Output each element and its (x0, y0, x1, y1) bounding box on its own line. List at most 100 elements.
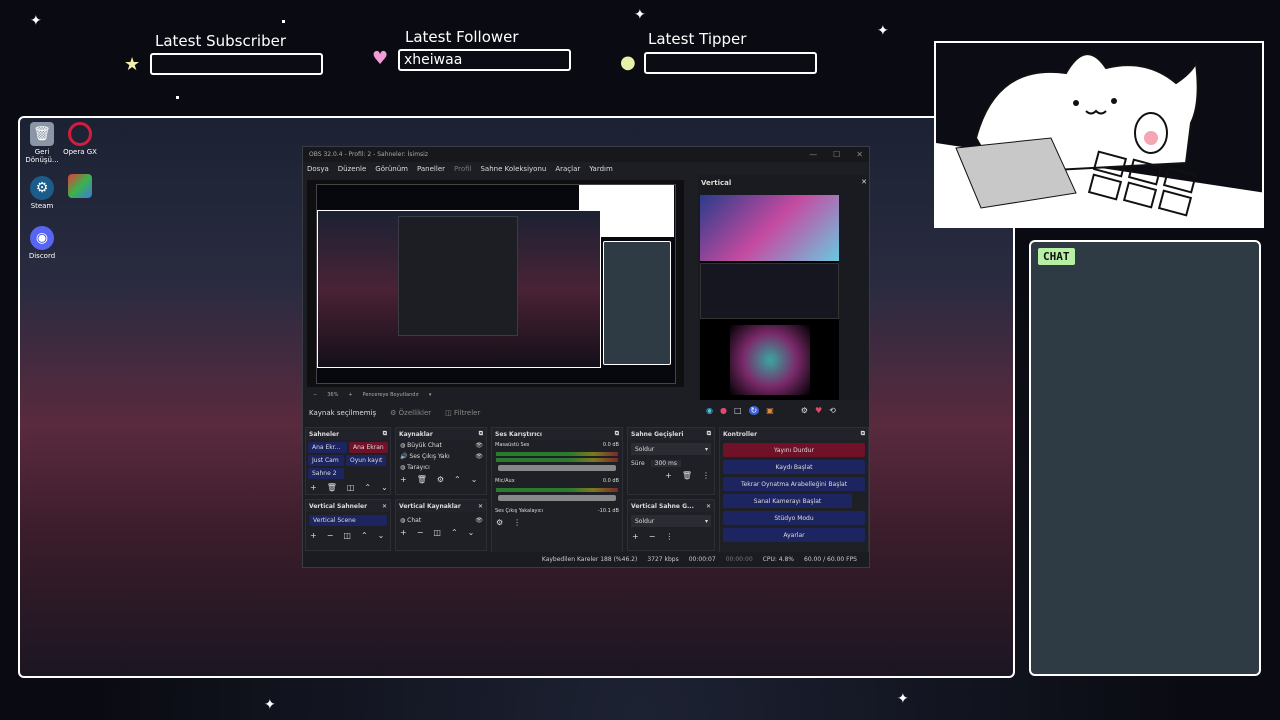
source-item[interactable]: 🔊 Ses Çıkış Yakı 👁 (396, 451, 486, 462)
zoom-in-icon[interactable]: + (348, 392, 352, 398)
vertical-art-bottom (730, 325, 810, 395)
maximize-icon[interactable]: ☐ (833, 150, 840, 159)
more-icon[interactable]: ⋮ (513, 518, 521, 527)
filter-icon[interactable]: ◫ (433, 528, 441, 537)
transition-select[interactable]: Soldur ▾ (631, 443, 711, 455)
close-icon[interactable]: ✕ (478, 503, 483, 510)
fit-to-window[interactable]: Pencereye Boyutlandır (363, 392, 419, 398)
close-icon[interactable]: ✕ (861, 178, 867, 186)
remove-icon[interactable]: − (417, 528, 424, 537)
undock-icon[interactable]: ⧉ (861, 430, 865, 438)
add-icon[interactable]: + (632, 532, 639, 541)
trash-icon[interactable]: 🗑 (417, 475, 427, 484)
desktop-icon-discord[interactable]: ◉ Discord (22, 226, 62, 260)
desktop-icon-steam[interactable]: ⚙ Steam (22, 176, 62, 210)
menu-view[interactable]: Görünüm (375, 165, 408, 173)
menu-profile[interactable]: Profil (454, 165, 471, 173)
settings-button[interactable]: Ayarlar (723, 528, 865, 542)
source-item[interactable]: ◍ Büyük Chat 👁 (396, 440, 486, 451)
down-icon[interactable]: ⌄ (471, 475, 478, 484)
obs-title-bar[interactable]: OBS 32.0.4 - Profil: 2 - Sahneler: İsims… (303, 147, 869, 162)
scene-item[interactable]: Just Cam (308, 455, 344, 466)
properties-button[interactable]: ⚙ Özellikler (390, 409, 431, 417)
up-icon[interactable]: ⌃ (454, 475, 461, 484)
heart-icon[interactable]: ♥ (815, 406, 822, 415)
camera-icon[interactable]: ▣ (766, 406, 774, 415)
volume-meter (496, 458, 618, 462)
trash-icon[interactable]: 🗑 (327, 483, 337, 492)
remove-icon[interactable]: − (649, 532, 656, 541)
studio-mode-button[interactable]: Stüdyo Modu (723, 511, 865, 525)
square-icon[interactable]: □ (734, 406, 742, 415)
source-item[interactable]: ◍ Tarayıcı (396, 462, 486, 473)
record-icon[interactable]: ● (720, 406, 727, 415)
stop-stream-button[interactable]: Yayını Durdur (723, 443, 865, 457)
scene-item[interactable]: Ana Ekran (349, 442, 388, 453)
undock-icon[interactable]: ⧉ (615, 430, 619, 438)
add-icon[interactable]: + (400, 475, 407, 484)
vertical-sources-dock: Vertical Kaynaklar ✕ ◍ Chat 👁 + − ◫ ⌃ ⌄ (395, 499, 487, 551)
gear-icon[interactable]: ⚙ (801, 406, 808, 415)
scene-item[interactable]: Sahne 2 (308, 468, 344, 479)
vertical-scene-item[interactable]: Vertical Scene (309, 515, 387, 526)
add-icon[interactable]: + (665, 471, 672, 480)
filter-icon[interactable]: ◫ (347, 483, 355, 492)
up-icon[interactable]: ⌃ (361, 531, 368, 540)
desktop-icon-recycle-bin[interactable]: 🗑 Geri Dönüşü... (22, 122, 62, 164)
add-icon[interactable]: + (310, 483, 317, 492)
refresh-icon[interactable]: ⟲ (829, 406, 836, 415)
vertical-transition-select[interactable]: Soldur ▾ (631, 515, 711, 527)
replay-buffer-button[interactable]: Tekrar Oynatma Arabelleğini Başlat (723, 477, 865, 491)
down-icon[interactable]: ⌄ (381, 483, 388, 492)
desktop-icon-opera-gx[interactable]: Opera GX (60, 122, 100, 156)
audio-mixer-dock: Ses Karıştırıcı ⧉ Masaüstü Ses 0.0 dB Mic/… (491, 427, 623, 555)
vertical-canvas[interactable] (700, 195, 839, 400)
menu-edit[interactable]: Düzenle (338, 165, 367, 173)
volume-slider[interactable] (498, 465, 616, 471)
zoom-out-icon[interactable]: − (313, 392, 317, 398)
trash-icon[interactable]: 🗑 (682, 471, 692, 480)
replay-icon[interactable]: ↻ (748, 405, 760, 415)
down-icon[interactable]: ⌄ (378, 531, 385, 540)
duration-input[interactable]: 300 ms (650, 460, 681, 467)
scene-item[interactable]: Oyun kayıt (346, 455, 386, 466)
undock-icon[interactable]: ⧉ (707, 430, 711, 438)
eye-icon[interactable]: 👁 (475, 453, 483, 460)
menu-file[interactable]: Dosya (307, 165, 329, 173)
close-icon[interactable]: ✕ (856, 150, 863, 159)
volume-slider[interactable] (498, 495, 616, 501)
vertical-source-item[interactable]: ◍ Chat 👁 (396, 515, 486, 526)
eye-icon[interactable]: 👁 (475, 517, 483, 524)
gear-icon[interactable]: ⚙ (437, 475, 444, 484)
mixer-settings-icon[interactable]: ⚙ (496, 518, 503, 527)
menu-help[interactable]: Yardım (589, 165, 613, 173)
chevron-down-icon[interactable]: ▾ (429, 392, 432, 398)
obs-preview[interactable] (307, 180, 684, 387)
down-icon[interactable]: ⌄ (468, 528, 475, 537)
eye-icon[interactable]: 👁 (475, 442, 483, 449)
undock-icon[interactable]: ⧉ (479, 430, 483, 438)
add-icon[interactable]: + (310, 531, 317, 540)
close-icon[interactable]: ✕ (382, 503, 387, 510)
remove-icon[interactable]: − (327, 531, 334, 540)
undock-icon[interactable]: ⧉ (383, 430, 387, 438)
obs-window[interactable]: OBS 32.0.4 - Profil: 2 - Sahneler: İsims… (302, 146, 870, 568)
up-icon[interactable]: ⌃ (364, 483, 371, 492)
virtual-camera-button[interactable]: Sanal Kamerayı Başlat (723, 494, 852, 508)
stream-icon[interactable]: ◉ (706, 406, 713, 415)
menu-docks[interactable]: Paneller (417, 165, 445, 173)
up-icon[interactable]: ⌃ (451, 528, 458, 537)
minimize-icon[interactable]: — (809, 150, 817, 159)
more-icon[interactable]: ⋮ (665, 532, 673, 541)
filters-button[interactable]: ◫ Filtreler (445, 409, 480, 417)
add-icon[interactable]: + (400, 528, 407, 537)
start-recording-button[interactable]: Kaydı Başlat (723, 460, 865, 474)
vertical-title: Vertical (701, 179, 732, 187)
filter-icon[interactable]: ◫ (343, 531, 351, 540)
menu-tools[interactable]: Araçlar (555, 165, 580, 173)
scene-item[interactable]: Ana Ekr... (308, 442, 347, 453)
desktop-icon-app[interactable] (60, 174, 100, 200)
close-icon[interactable]: ✕ (706, 503, 711, 510)
menu-scene-collection[interactable]: Sahne Koleksiyonu (480, 165, 546, 173)
more-icon[interactable]: ⋮ (702, 471, 710, 480)
